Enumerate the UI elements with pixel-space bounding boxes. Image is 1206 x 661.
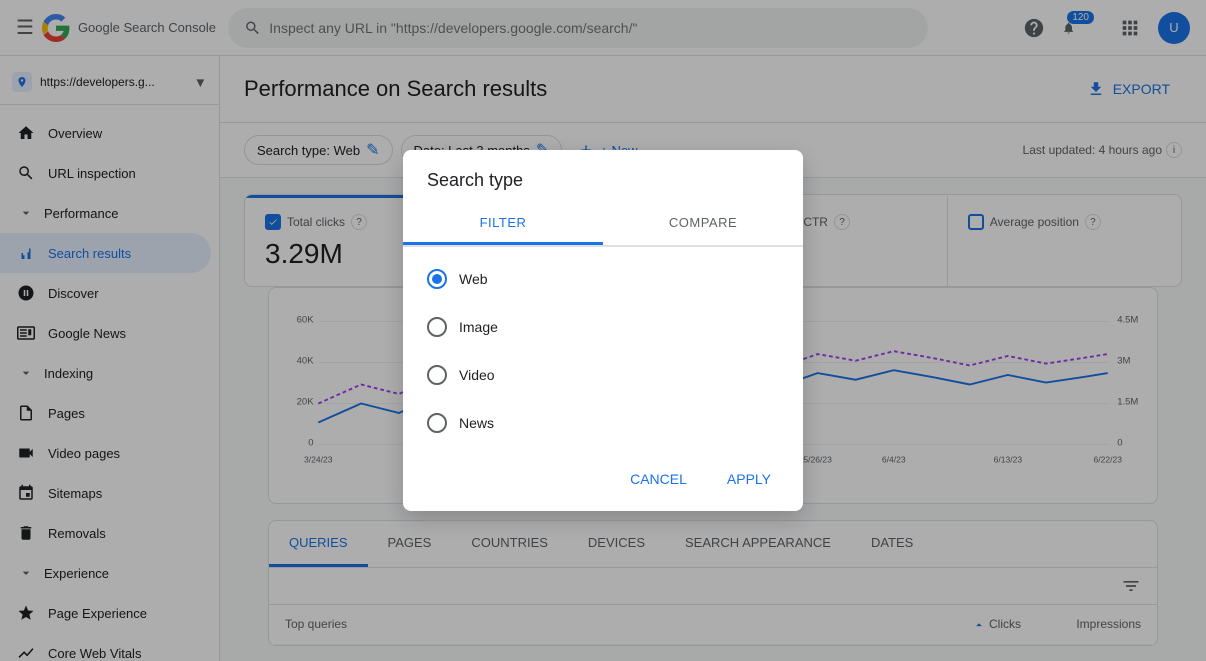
modal-options: Web Image Video News <box>403 247 803 455</box>
radio-web-circle <box>427 269 447 289</box>
radio-news-label: News <box>459 415 494 431</box>
modal-actions: CANCEL APPLY <box>403 455 803 511</box>
modal-tabs: FILTER COMPARE <box>403 203 803 247</box>
radio-news[interactable]: News <box>427 399 779 447</box>
radio-image-circle <box>427 317 447 337</box>
radio-news-circle <box>427 413 447 433</box>
radio-video[interactable]: Video <box>427 351 779 399</box>
apply-button[interactable]: APPLY <box>711 463 787 495</box>
modal-tab-compare[interactable]: COMPARE <box>603 203 803 245</box>
search-type-modal: Search type FILTER COMPARE Web Image Vid… <box>403 150 803 511</box>
radio-web[interactable]: Web <box>427 255 779 303</box>
radio-image[interactable]: Image <box>427 303 779 351</box>
cancel-button[interactable]: CANCEL <box>614 463 703 495</box>
radio-video-circle <box>427 365 447 385</box>
modal-title: Search type <box>403 150 803 191</box>
modal-overlay[interactable]: Search type FILTER COMPARE Web Image Vid… <box>0 0 1206 661</box>
radio-video-label: Video <box>459 367 495 383</box>
radio-web-dot <box>432 274 442 284</box>
radio-web-label: Web <box>459 271 488 287</box>
modal-tab-filter[interactable]: FILTER <box>403 203 603 245</box>
radio-image-label: Image <box>459 319 498 335</box>
